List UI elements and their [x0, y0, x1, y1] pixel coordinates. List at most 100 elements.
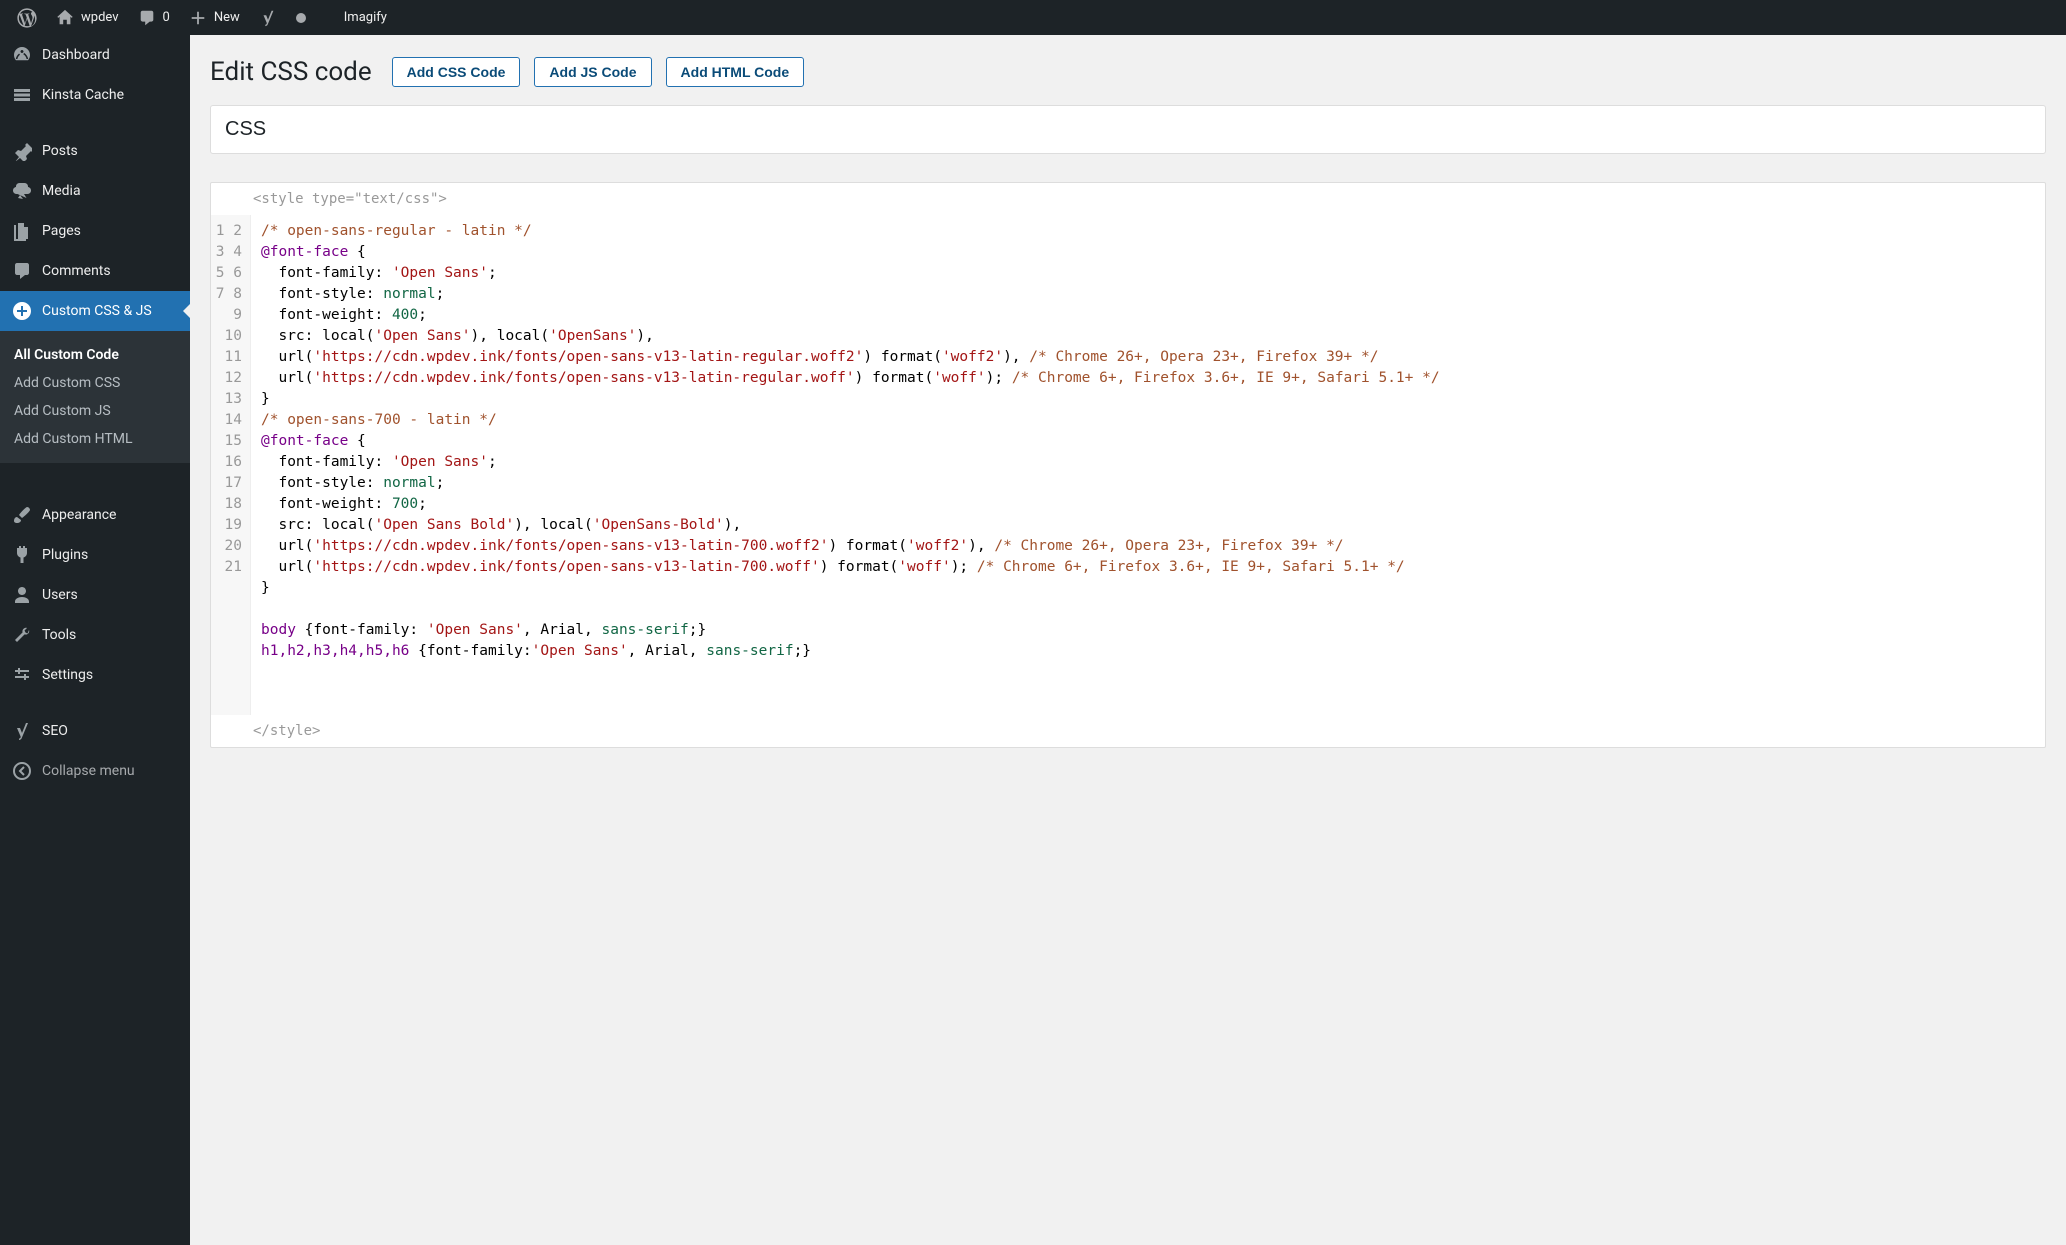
stack-icon [12, 85, 32, 105]
sidebar-item-label: SEO [42, 723, 68, 739]
user-icon [12, 585, 32, 605]
site-link[interactable]: wpdev [46, 0, 128, 35]
wrench-icon [12, 625, 32, 645]
new-label: New [214, 10, 240, 25]
editor-opening-tag: <style type="text/css"> [211, 183, 2045, 215]
page-title: Edit CSS code [210, 57, 372, 87]
sidebar-item-media[interactable]: Media [0, 171, 190, 211]
status-indicator[interactable] [287, 0, 315, 35]
code-textarea[interactable]: /* open-sans-regular - latin */@font-fac… [251, 215, 2045, 715]
add-html-code-button[interactable]: Add HTML Code [666, 57, 805, 87]
sidebar-item-dashboard[interactable]: Dashboard [0, 35, 190, 75]
plus-icon [188, 8, 208, 28]
code-line[interactable]: @font-face { [261, 242, 2035, 263]
code-line[interactable]: font-weight: 700; [261, 494, 2035, 515]
code-line[interactable]: font-style: normal; [261, 473, 2035, 494]
imagify-label: Imagify [344, 10, 387, 25]
comment-icon [12, 261, 32, 281]
sidebar-item-pages[interactable]: Pages [0, 211, 190, 251]
code-line[interactable]: font-style: normal; [261, 284, 2035, 305]
plug-icon [12, 545, 32, 565]
sidebar-submenu: All Custom CodeAdd Custom CSSAdd Custom … [0, 331, 190, 463]
code-line[interactable]: font-family: 'Open Sans'; [261, 263, 2035, 284]
bullet-icon [296, 13, 306, 23]
code-line[interactable]: src: local('Open Sans Bold'), local('Ope… [261, 515, 2035, 536]
sidebar-item-collapse-menu[interactable]: Collapse menu [0, 751, 190, 791]
code-line[interactable]: @font-face { [261, 431, 2035, 452]
sidebar-item-label: Comments [42, 263, 111, 279]
sidebar-item-label: Custom CSS & JS [42, 303, 152, 319]
code-line[interactable]: url('https://cdn.wpdev.ink/fonts/open-sa… [261, 347, 2035, 368]
sidebar-item-label: Posts [42, 143, 78, 159]
sidebar-item-label: Media [42, 183, 81, 199]
sidebar-item-label: Users [42, 587, 78, 603]
sidebar-item-label: Tools [42, 627, 76, 643]
sidebar-item-label: Dashboard [42, 47, 110, 63]
pin-icon [12, 141, 32, 161]
comment-icon [137, 8, 157, 28]
code-line[interactable]: body {font-family: 'Open Sans', Arial, s… [261, 620, 2035, 641]
editor-closing-tag: </style> [211, 715, 2045, 747]
code-line[interactable]: h1,h2,h3,h4,h5,h6 {font-family:'Open San… [261, 641, 2035, 662]
page-icon [12, 221, 32, 241]
submenu-item-add-custom-js[interactable]: Add Custom JS [0, 397, 190, 425]
sidebar-item-custom-css-js[interactable]: Custom CSS & JS [0, 291, 190, 331]
site-name: wpdev [81, 10, 119, 25]
code-line[interactable]: url('https://cdn.wpdev.ink/fonts/open-sa… [261, 536, 2035, 557]
code-line[interactable]: font-weight: 400; [261, 305, 2035, 326]
submenu-item-add-custom-css[interactable]: Add Custom CSS [0, 369, 190, 397]
wordpress-icon [17, 8, 37, 28]
sidebar-item-comments[interactable]: Comments [0, 251, 190, 291]
sidebar-item-seo[interactable]: SEO [0, 711, 190, 751]
sidebar-item-users[interactable]: Users [0, 575, 190, 615]
sidebar-item-appearance[interactable]: Appearance [0, 495, 190, 535]
sidebar-item-label: Plugins [42, 547, 88, 563]
sidebar-item-label: Kinsta Cache [42, 87, 124, 103]
sidebar-item-label: Pages [42, 223, 81, 239]
submenu-item-all-custom-code[interactable]: All Custom Code [0, 341, 190, 369]
plus-circle-icon [12, 301, 32, 321]
admin-sidebar: Dashboard Kinsta Cache Posts Media Pages Comm… [0, 35, 190, 1245]
sidebar-item-kinsta-cache[interactable]: Kinsta Cache [0, 75, 190, 115]
editor-body[interactable]: 1 2 3 4 5 6 7 8 9 10 11 12 13 14 15 16 1… [211, 215, 2045, 715]
main-content: Edit CSS code Add CSS Code Add JS Code A… [190, 35, 2066, 1245]
seo-icon [12, 721, 32, 741]
wp-logo[interactable] [8, 0, 46, 35]
code-line[interactable] [261, 599, 2035, 620]
dashboard-icon [12, 45, 32, 65]
code-line[interactable]: src: local('Open Sans'), local('OpenSans… [261, 326, 2035, 347]
code-title-input[interactable] [210, 105, 2046, 154]
brush-icon [12, 505, 32, 525]
code-line[interactable]: /* open-sans-regular - latin */ [261, 221, 2035, 242]
sidebar-item-settings[interactable]: Settings [0, 655, 190, 695]
yoast-icon [258, 8, 278, 28]
sidebar-item-plugins[interactable]: Plugins [0, 535, 190, 575]
sidebar-item-label: Appearance [42, 507, 116, 523]
sidebar-item-posts[interactable]: Posts [0, 131, 190, 171]
code-line[interactable]: } [261, 389, 2035, 410]
code-line[interactable]: url('https://cdn.wpdev.ink/fonts/open-sa… [261, 368, 2035, 389]
yoast-link[interactable] [249, 0, 287, 35]
comments-link[interactable]: 0 [128, 0, 179, 35]
media-icon [12, 181, 32, 201]
sidebar-item-label: Settings [42, 667, 93, 683]
code-editor: <style type="text/css"> 1 2 3 4 5 6 7 8 … [210, 182, 2046, 748]
new-content-link[interactable]: New [179, 0, 249, 35]
add-js-code-button[interactable]: Add JS Code [534, 57, 651, 87]
submenu-item-add-custom-html[interactable]: Add Custom HTML [0, 425, 190, 453]
admin-bar: wpdev 0 New Imagify [0, 0, 2066, 35]
code-line[interactable]: font-family: 'Open Sans'; [261, 452, 2035, 473]
code-line[interactable]: url('https://cdn.wpdev.ink/fonts/open-sa… [261, 557, 2035, 578]
home-icon [55, 8, 75, 28]
line-gutter: 1 2 3 4 5 6 7 8 9 10 11 12 13 14 15 16 1… [211, 215, 251, 715]
page-header: Edit CSS code Add CSS Code Add JS Code A… [210, 57, 2046, 87]
sidebar-item-label: Collapse menu [42, 763, 135, 779]
comments-count: 0 [163, 10, 170, 25]
sidebar-item-tools[interactable]: Tools [0, 615, 190, 655]
code-line[interactable]: /* open-sans-700 - latin */ [261, 410, 2035, 431]
collapse-icon [12, 761, 32, 781]
code-line[interactable]: } [261, 578, 2035, 599]
add-css-code-button[interactable]: Add CSS Code [392, 57, 521, 87]
imagify-link[interactable]: Imagify [335, 0, 396, 35]
sliders-icon [12, 665, 32, 685]
